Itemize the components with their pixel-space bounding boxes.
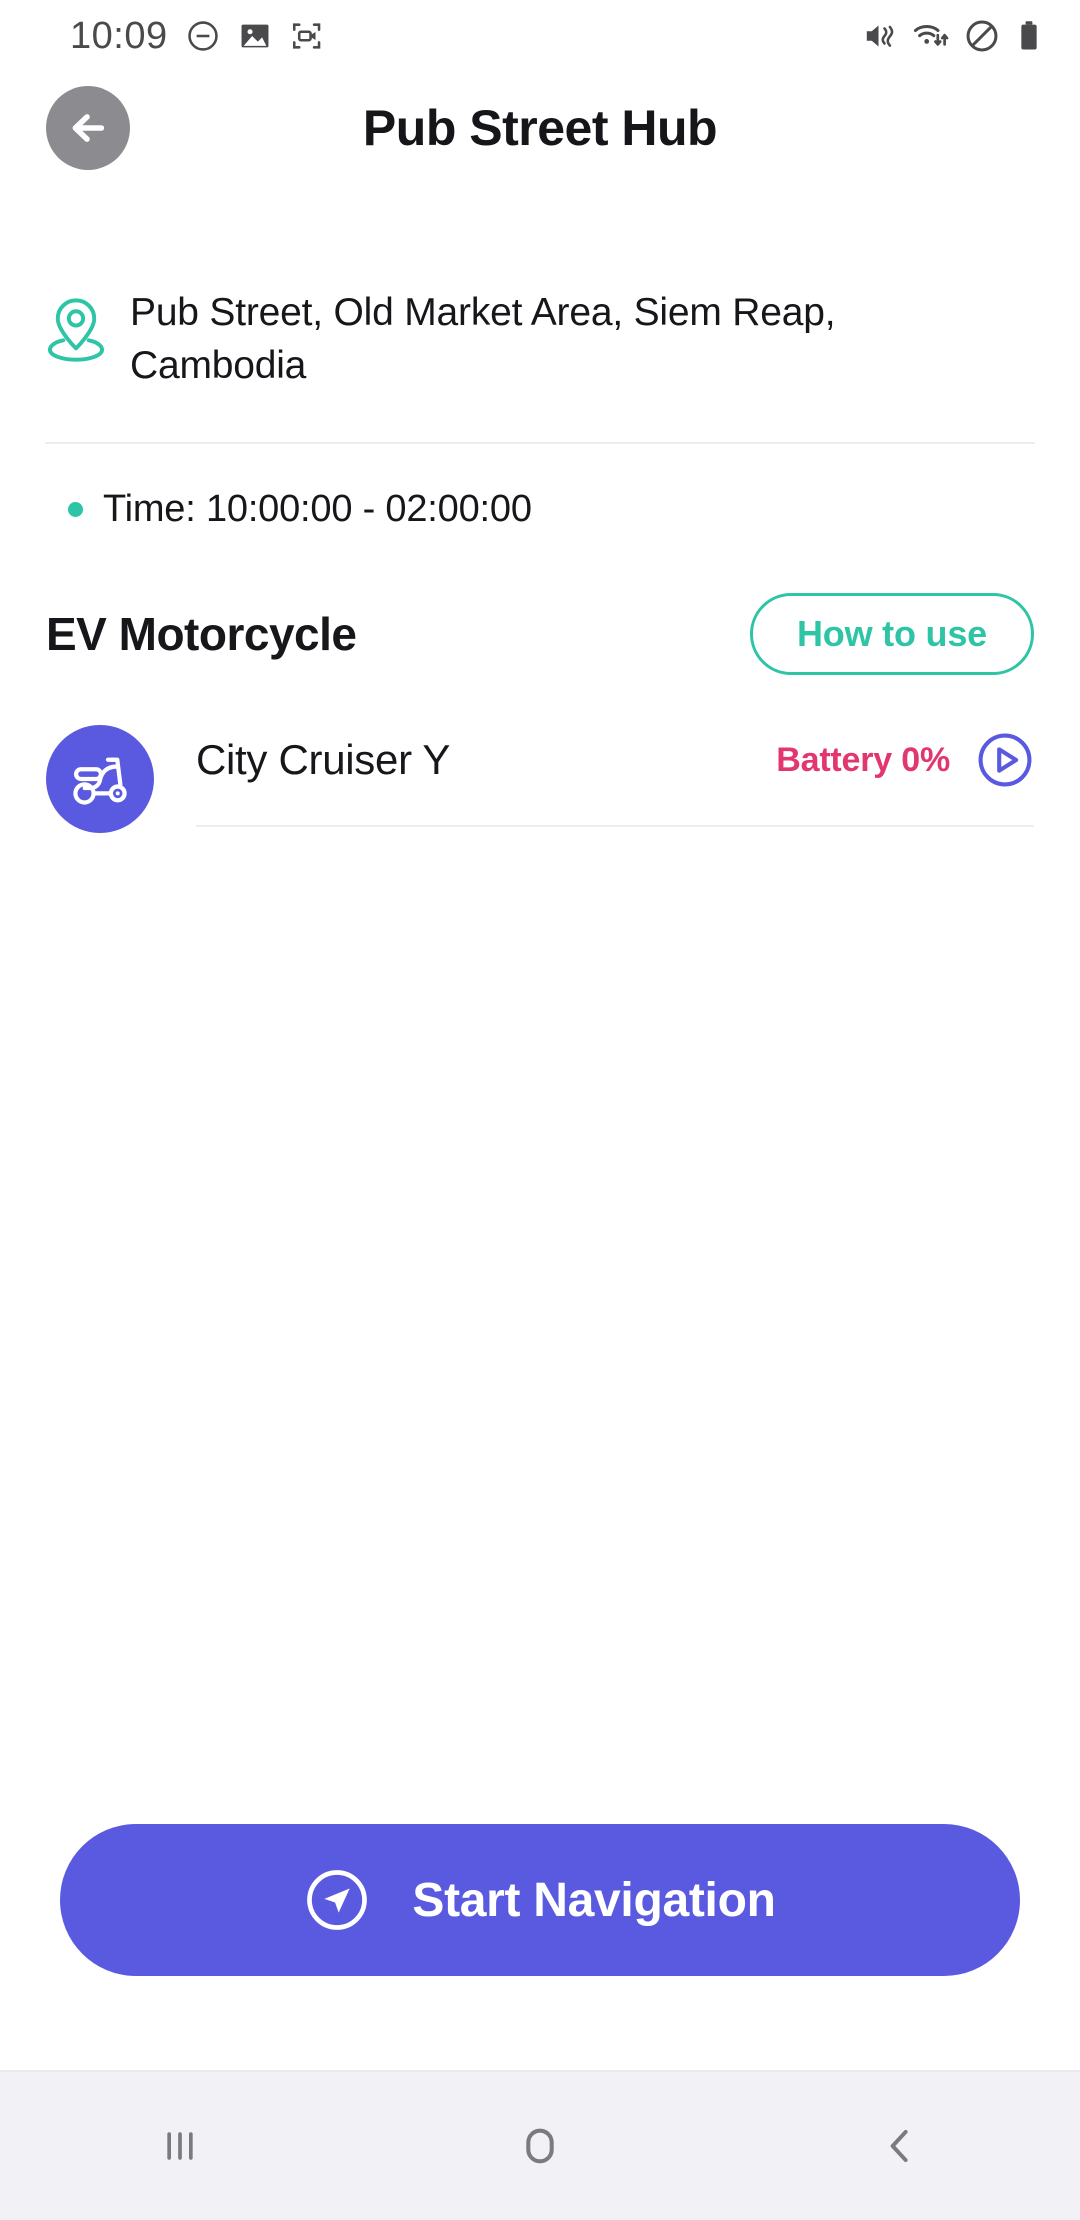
recents-icon <box>167 2132 193 2160</box>
play-circle-icon[interactable] <box>976 731 1034 789</box>
start-navigation-label: Start Navigation <box>412 1873 776 1927</box>
navigation-arrow-icon <box>307 1870 368 1930</box>
vehicle-name: City Cruiser Y <box>196 736 451 784</box>
nav-recents-button[interactable] <box>80 2072 280 2220</box>
status-bar-right <box>862 17 1044 55</box>
back-icon <box>890 2129 908 2163</box>
scooter-icon <box>73 757 127 805</box>
vehicle-list-item[interactable]: City Cruiser Y Battery 0% <box>0 725 1080 834</box>
map-pin-icon <box>47 298 105 362</box>
app-header: Pub Street Hub <box>0 72 1080 184</box>
status-bar-left: 10:09 <box>70 15 324 58</box>
address-time-divider <box>45 442 1035 445</box>
how-to-use-button[interactable]: How to use <box>749 593 1034 676</box>
page-title: Pub Street Hub <box>362 100 718 156</box>
operating-hours-text: Time: 10:00:00 - 02:00:00 <box>103 488 532 531</box>
image-icon <box>241 24 269 48</box>
blocked-icon <box>966 20 998 52</box>
android-nav-bar <box>0 2070 1080 2220</box>
nav-back-button[interactable] <box>800 2072 1000 2220</box>
vehicle-battery-status: Battery 0% <box>776 740 950 779</box>
vehicle-icon-badge <box>46 725 154 834</box>
location-address-text: Pub Street, Old Market Area, Siem Reap, … <box>130 291 836 388</box>
vehicle-section-header: EV Motorcycle How to use <box>0 593 1080 676</box>
vehicle-details: City Cruiser Y Battery 0% <box>196 731 1034 828</box>
location-address-row: Pub Street, Old Market Area, Siem Reap, … <box>0 282 1080 392</box>
start-navigation-button[interactable]: Start Navigation <box>60 1824 1020 1976</box>
wifi-icon <box>913 25 949 46</box>
app-screen: 10:09 Pub Street Hub Pub Street, Old Mar… <box>0 0 1080 2220</box>
operating-hours-row: Time: 10:00:00 - 02:00:00 <box>0 488 1080 531</box>
vibrate-mute-icon <box>866 25 894 47</box>
home-icon <box>526 2128 554 2164</box>
pin-icon-wrapper <box>46 282 106 367</box>
cta-wrapper: Start Navigation <box>0 1824 1080 1976</box>
dnd-icon <box>187 21 218 51</box>
status-dot-icon <box>68 502 83 518</box>
vehicle-row-right: Battery 0% <box>776 731 1034 789</box>
back-button[interactable] <box>46 86 130 170</box>
section-title: EV Motorcycle <box>46 608 357 661</box>
status-bar: 10:09 <box>0 0 1080 72</box>
status-bar-clock: 10:09 <box>70 14 168 57</box>
arrow-left-icon <box>72 114 105 142</box>
nav-home-button[interactable] <box>440 2072 640 2220</box>
screen-recorder-icon <box>292 23 320 49</box>
vehicle-row-line: City Cruiser Y Battery 0% <box>196 731 1034 828</box>
battery-icon <box>1021 21 1037 50</box>
